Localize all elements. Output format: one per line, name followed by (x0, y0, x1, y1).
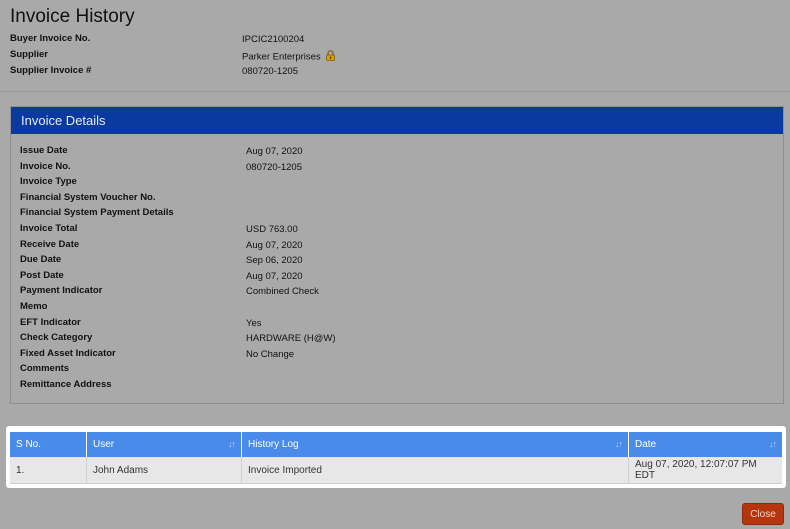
detail-value: Combined Check (246, 286, 319, 298)
supplier-invoice-label: Supplier Invoice # (10, 65, 92, 76)
detail-label: Issue Date (20, 145, 68, 156)
buyer-invoice-label: Buyer Invoice No. (10, 33, 91, 44)
detail-label: Fixed Asset Indicator (20, 347, 116, 359)
history-table: S No. User ↓↑ History Log ↓↑ Date ↓↑ 1. Joh… (10, 432, 782, 484)
close-button[interactable]: Close (742, 503, 784, 525)
cell-user: John Adams (86, 457, 242, 484)
history-header-row: S No. User ↓↑ History Log ↓↑ Date ↓↑ (10, 432, 782, 457)
detail-value: HARDWARE (H@W) (246, 333, 336, 345)
supplier-value: Parker Enterprises (242, 51, 321, 63)
detail-label: Remittance Address (20, 379, 112, 390)
invoice-details-panel: Invoice Details Issue Date Aug 07, 2020 In… (10, 106, 784, 404)
detail-label: Invoice Type (20, 176, 77, 188)
detail-label: Payment Indicator (20, 285, 103, 297)
detail-label: Comments (20, 363, 70, 375)
detail-value: 080720-1205 (246, 161, 302, 173)
detail-value: Yes (246, 317, 262, 329)
detail-label: Memo (20, 301, 48, 312)
supplier-label: Supplier (10, 49, 49, 60)
header-divider (0, 91, 790, 92)
supplier-invoice-value: 080720-1205 (242, 66, 298, 77)
detail-label: Financial System Payment Details (20, 207, 174, 219)
column-label-sno: S No. (16, 439, 42, 450)
detail-label: Post Date (20, 269, 64, 281)
detail-value: Aug 07, 2020 (246, 146, 303, 157)
sort-icon[interactable]: ↓↑ (615, 439, 623, 449)
detail-label: Check Category (20, 332, 93, 344)
table-row: 1. John Adams Invoice Imported Aug 07, 2… (10, 457, 782, 484)
detail-label: Due Date (20, 254, 62, 266)
column-label-date: Date (635, 439, 657, 450)
invoice-details-header: Invoice Details (11, 107, 783, 134)
detail-label: EFT Indicator (20, 316, 81, 328)
cell-date: Aug 07, 2020, 12:07:07 PM EDT (628, 457, 782, 484)
column-header-sno[interactable]: S No. (10, 432, 87, 457)
detail-value: Aug 07, 2020 (246, 270, 303, 282)
invoice-details-title: Invoice Details (21, 113, 106, 128)
detail-label: Financial System Voucher No. (20, 191, 156, 203)
detail-label: Invoice Total (20, 223, 78, 234)
supplier-value-wrap: Parker Enterprises (242, 50, 336, 64)
detail-value: USD 763.00 (246, 224, 298, 235)
detail-value: Sep 06, 2020 (246, 255, 303, 267)
history-table-container: S No. User ↓↑ History Log ↓↑ Date ↓↑ 1. Joh… (6, 426, 786, 488)
cell-sno: 1. (10, 457, 87, 484)
column-header-history-log[interactable]: History Log ↓↑ (241, 432, 629, 457)
sort-icon[interactable]: ↓↑ (769, 439, 777, 449)
detail-label: Invoice No. (20, 160, 71, 172)
column-label-user: User (93, 439, 115, 450)
buyer-invoice-value: IPCIC2100204 (242, 34, 305, 45)
detail-value: Aug 07, 2020 (246, 239, 303, 251)
detail-value: No Change (246, 348, 295, 360)
sort-icon[interactable]: ↓↑ (228, 439, 236, 449)
lock-icon[interactable] (326, 50, 336, 64)
cell-history-log: Invoice Imported (241, 457, 629, 484)
column-header-user[interactable]: User ↓↑ (86, 432, 242, 457)
detail-label: Receive Date (20, 238, 80, 250)
page-title: Invoice History (10, 6, 135, 27)
column-label-history-log: History Log (248, 439, 299, 450)
column-header-date[interactable]: Date ↓↑ (628, 432, 782, 457)
